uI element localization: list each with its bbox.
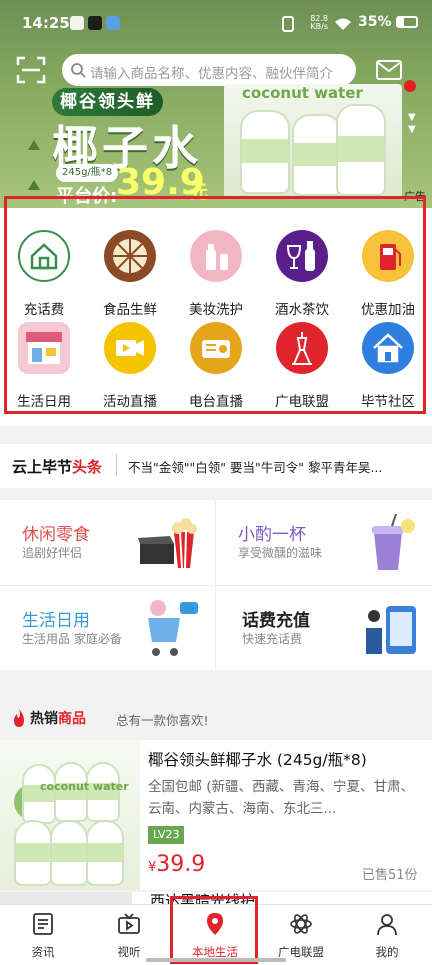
bottle-image xyxy=(336,104,386,196)
promo-subtitle: 追剧好伴侣 xyxy=(22,546,83,560)
sold-count: 已售51份 xyxy=(362,868,418,883)
tab-alliance[interactable]: 广电联盟 xyxy=(258,904,344,964)
atom-icon xyxy=(289,912,313,936)
battery-percentage: 35% xyxy=(358,14,392,30)
status-bar: 14:25 82.8 KB/s 35% xyxy=(0,0,432,48)
news-icon xyxy=(31,912,55,936)
bottle-image xyxy=(50,820,88,886)
wine-icon xyxy=(276,230,328,282)
tab-label: 资讯 xyxy=(31,945,55,959)
hot-title: 热销商品 xyxy=(30,711,86,727)
promo-card-snacks[interactable]: 休闲零食 追剧好伴侣 xyxy=(0,500,215,584)
promo-title: 休闲零食 xyxy=(22,525,90,545)
bottle-image xyxy=(22,764,56,824)
promo-title: 话费充值 xyxy=(242,611,310,631)
service-beauty[interactable]: 美妆洗护 xyxy=(174,218,258,322)
notification-dot xyxy=(404,80,416,92)
bottle-image xyxy=(86,820,124,886)
community-house-icon xyxy=(362,322,414,374)
home-phone-icon xyxy=(18,230,70,282)
service-fuel[interactable]: 优惠加油 xyxy=(346,218,430,322)
app-notification-icon-2 xyxy=(106,16,120,30)
product-image-text: coconut water xyxy=(40,780,129,793)
service-label: 电台直播 xyxy=(189,394,243,410)
promo-subtitle: 享受微醺的滋味 xyxy=(238,546,323,560)
service-label: 生活日用 xyxy=(17,394,71,410)
service-label: 活动直播 xyxy=(103,394,157,410)
service-daily-goods[interactable]: 生活日用 xyxy=(2,310,86,414)
bottle-image xyxy=(292,114,342,196)
message-icon[interactable] xyxy=(376,60,402,80)
search-icon xyxy=(70,62,86,78)
fruit-slice-icon xyxy=(104,230,156,282)
fuel-pump-icon xyxy=(362,230,414,282)
home-indicator[interactable] xyxy=(146,958,286,962)
bottle-image xyxy=(240,110,290,194)
tab-video[interactable]: 视听 xyxy=(86,904,172,964)
status-time: 14:25 xyxy=(22,14,70,32)
hot-subtitle: 总有一款你喜欢! xyxy=(116,713,209,728)
shop-icon xyxy=(18,322,70,374)
cosmetics-icon xyxy=(190,230,242,282)
phone-recharge-icon xyxy=(360,598,422,662)
product-image[interactable]: coconut water xyxy=(0,740,140,890)
banner-spec: 245g/瓶*8 xyxy=(56,164,119,182)
promo-subtitle: 生活用品 家庭必备 xyxy=(22,632,122,646)
triangle-decor-icon xyxy=(28,140,40,150)
headline-text[interactable]: 不当"金领""白领" 要当"牛司令" 黎平青年吴... xyxy=(128,457,426,476)
tab-profile[interactable]: 我的 xyxy=(344,904,430,964)
divider xyxy=(116,454,117,476)
tiktok-icon xyxy=(88,16,102,30)
service-fresh-food[interactable]: 食品生鲜 xyxy=(88,218,172,322)
tab-label: 我的 xyxy=(375,945,399,959)
video-camera-icon xyxy=(104,322,156,374)
level-badge: LV23 xyxy=(148,826,185,844)
vibrate-icon xyxy=(282,16,294,32)
banner-photo-text: coconut water xyxy=(242,84,363,102)
tab-news[interactable]: 资讯 xyxy=(0,904,86,964)
product-name[interactable]: 椰谷领头鲜椰子水 (245g/瓶*8) xyxy=(148,748,367,770)
promo-card-recharge[interactable]: 话费充值 快速充话费 xyxy=(216,586,431,670)
service-drinks[interactable]: 酒水茶饮 xyxy=(260,218,344,322)
scan-icon[interactable] xyxy=(16,56,46,84)
triangle-decor-icon xyxy=(28,180,40,190)
radio-icon xyxy=(190,322,242,374)
promo-title: 生活日用 xyxy=(22,611,90,631)
bottle-image xyxy=(14,820,52,886)
promo-title: 小酌一杯 xyxy=(238,525,306,545)
service-recharge[interactable]: 充话费 xyxy=(2,218,86,322)
service-radio-live[interactable]: 电台直播 xyxy=(174,310,258,414)
service-broadcast-alliance[interactable]: 广电联盟 xyxy=(260,310,344,414)
tower-icon xyxy=(276,322,328,374)
net-speed: 82.8 KB/s xyxy=(310,14,328,31)
drink-glass-icon xyxy=(362,513,418,574)
promo-card-daily[interactable]: 生活日用 生活用品 家庭必备 xyxy=(0,586,215,670)
wifi-icon xyxy=(334,16,352,30)
search-input[interactable]: 请输入商品名称、优惠内容、融伙伴简介 xyxy=(90,62,333,82)
product-description: 全国包邮 (新疆、西藏、青海、宁夏、甘肃、云南、内蒙古、海南、东北三... xyxy=(148,779,415,817)
tv-icon xyxy=(117,912,141,936)
promo-subtitle: 快速充话费 xyxy=(242,632,303,646)
service-live-event[interactable]: 活动直播 xyxy=(88,310,172,414)
battery-icon xyxy=(396,16,418,28)
popcorn-clapper-icon xyxy=(136,514,198,572)
headline-brand: 云上毕节头条 xyxy=(12,458,103,476)
active-tab-highlight xyxy=(170,896,258,964)
service-label: 毕节社区 xyxy=(361,394,415,410)
user-icon xyxy=(375,912,399,936)
product-price: ¥39.9 xyxy=(148,852,206,877)
service-label: 广电联盟 xyxy=(275,394,329,410)
chevron-down-icon: ▼ ▼ xyxy=(408,112,416,135)
app-notification-icon xyxy=(70,16,84,30)
service-community[interactable]: 毕节社区 xyxy=(346,310,430,414)
fire-icon xyxy=(12,709,26,727)
promo-card-drinks[interactable]: 小酌一杯 享受微醺的滋味 xyxy=(216,500,431,584)
shopping-cart-icon xyxy=(136,594,202,664)
